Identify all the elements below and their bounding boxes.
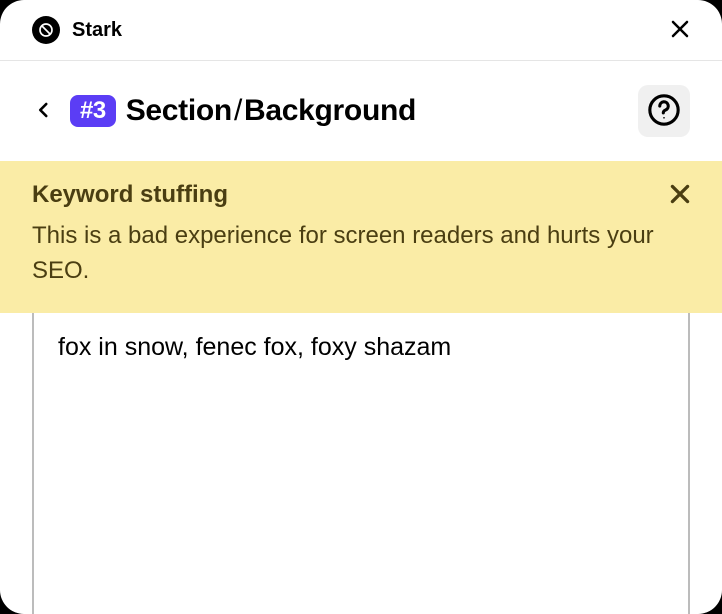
alert-body: This is a bad experience for screen read… [32,219,690,289]
warning-alert: Keyword stuffing This is a bad experienc… [0,161,722,313]
help-button[interactable] [638,85,690,137]
app-title: Stark [72,19,122,42]
back-button[interactable] [28,95,60,127]
alt-text-field[interactable]: fox in snow, fenec fox, foxy shazam [32,313,690,614]
breadcrumb-part-1: Section [126,94,232,127]
breadcrumb-part-2: Background [244,94,416,127]
close-button[interactable] [666,16,694,44]
breadcrumb: Section/Background [126,94,416,128]
content-area: fox in snow, fenec fox, foxy shazam [0,313,722,614]
app-logo-icon [32,16,60,44]
header-left: #3 Section/Background [28,94,416,128]
breadcrumb-separator: / [234,94,242,127]
close-icon [667,181,693,210]
chevron-left-icon [35,101,53,122]
alert-title: Keyword stuffing [32,181,690,209]
titlebar: Stark [0,0,722,61]
alt-text-value: fox in snow, fenec fox, foxy shazam [58,333,664,362]
app-window: Stark #3 Section/Background [0,0,722,614]
page-header: #3 Section/Background [0,61,722,161]
issue-number-badge: #3 [70,95,116,127]
alert-close-button[interactable] [666,181,694,209]
close-icon [668,17,692,44]
titlebar-left: Stark [32,16,122,44]
help-icon [647,93,681,130]
